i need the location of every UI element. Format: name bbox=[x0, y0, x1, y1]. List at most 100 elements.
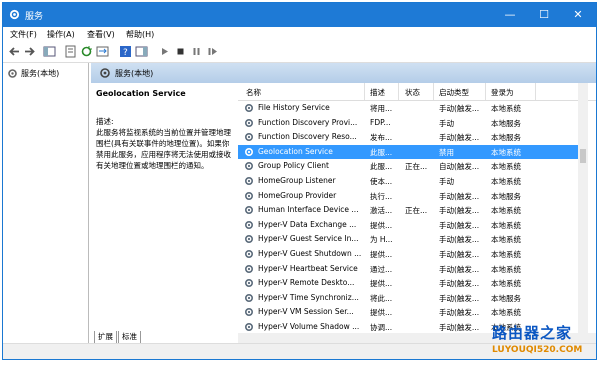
service-gear-icon bbox=[244, 103, 254, 113]
table-header: 名称 描述 状态 启动类型 登录为 bbox=[238, 83, 596, 101]
start-service-icon[interactable] bbox=[158, 45, 171, 58]
cell-startup: 手动(触发... bbox=[439, 308, 480, 318]
table-row[interactable]: Hyper-V Guest Service In... 为 H... 手动(触发..… bbox=[238, 232, 578, 246]
table-row[interactable]: File History Service 将用... 手动(触发... 本地系统 bbox=[238, 101, 578, 115]
forward-icon[interactable] bbox=[23, 45, 36, 58]
console-tree-icon[interactable] bbox=[43, 45, 56, 58]
console-tree: 服务(本地) bbox=[3, 63, 89, 359]
service-gear-icon bbox=[244, 235, 254, 244]
cell-name: Hyper-V Guest Service In... bbox=[258, 234, 359, 244]
cell-startup: 手动(触发... bbox=[439, 323, 480, 332]
cell-startup: 手动 bbox=[439, 118, 454, 128]
cell-status: 正在... bbox=[405, 162, 428, 172]
services-icon bbox=[8, 68, 17, 78]
cell-name: Group Policy Client bbox=[258, 161, 329, 171]
cell-startup: 手动(触发... bbox=[439, 250, 480, 259]
cell-desc: 提供... bbox=[370, 250, 393, 259]
menu-view[interactable]: 查看(V) bbox=[87, 29, 115, 40]
help-icon[interactable]: ? bbox=[119, 45, 132, 58]
table-row[interactable]: HomeGroup Provider 执行... 手动(触发... 本地服务 bbox=[238, 189, 578, 203]
vertical-scrollbar[interactable] bbox=[578, 83, 588, 333]
cell-desc: 协调... bbox=[370, 323, 393, 332]
cell-startup: 禁用 bbox=[439, 147, 454, 157]
cell-logon: 本地系统 bbox=[491, 250, 521, 259]
cell-desc: 将此... bbox=[370, 293, 393, 303]
cell-logon: 本地系统 bbox=[491, 235, 521, 245]
menu-file[interactable]: 文件(F) bbox=[10, 29, 37, 40]
table-row[interactable]: Hyper-V VM Session Ser... 提供... 手动(触发... 本地… bbox=[238, 305, 578, 319]
table-row[interactable]: Group Policy Client 此服... 正在... 自动(触发... 本地系… bbox=[238, 159, 578, 173]
table-row[interactable]: HomeGroup Listener 使本... 手动 本地系统 bbox=[238, 174, 578, 188]
cell-logon: 本地服务 bbox=[491, 133, 521, 143]
services-table: 名称 描述 状态 启动类型 登录为 File History Service 将用… bbox=[238, 83, 596, 333]
cell-desc: 此服... bbox=[370, 147, 393, 157]
cell-desc: 执行... bbox=[370, 191, 393, 201]
cell-desc: 使本... bbox=[370, 177, 393, 186]
title-bar[interactable]: 服务 — ☐ ✕ bbox=[3, 3, 596, 27]
restart-service-icon[interactable] bbox=[206, 45, 219, 58]
back-icon[interactable] bbox=[8, 45, 21, 58]
table-row[interactable]: Geolocation Service 此服... 禁用 本地系统 bbox=[238, 144, 578, 159]
table-row[interactable]: Hyper-V Heartbeat Service 通过... 手动(触发... 本地… bbox=[238, 262, 578, 276]
service-gear-icon bbox=[244, 176, 254, 186]
properties-icon[interactable] bbox=[64, 45, 77, 58]
cell-desc: 提供... bbox=[370, 308, 393, 318]
column-log-on-as[interactable]: 登录为 bbox=[491, 87, 514, 98]
cell-name: Geolocation Service bbox=[258, 146, 333, 156]
close-button[interactable]: ✕ bbox=[561, 3, 595, 27]
service-gear-icon bbox=[244, 322, 254, 332]
service-gear-icon bbox=[244, 279, 254, 288]
table-row[interactable]: Hyper-V Remote Deskto... 提供... 手动(触发... 本地系… bbox=[238, 276, 578, 290]
menu-action[interactable]: 操作(A) bbox=[47, 29, 75, 40]
column-name[interactable]: 名称 bbox=[246, 87, 261, 98]
cell-startup: 手动(触发... bbox=[439, 191, 480, 201]
cell-desc: 提供... bbox=[370, 279, 393, 289]
menu-bar: 文件(F) 操作(A) 查看(V) 帮助(H) bbox=[3, 27, 596, 42]
cell-logon: 本地系统 bbox=[491, 206, 521, 216]
watermark-url: LUYOUQI520.COM bbox=[492, 345, 583, 355]
column-status[interactable]: 状态 bbox=[405, 87, 420, 98]
cell-desc: 激活... bbox=[370, 206, 393, 216]
cell-startup: 手动(触发... bbox=[439, 293, 480, 303]
service-gear-icon bbox=[244, 133, 254, 142]
column-description[interactable]: 描述 bbox=[370, 87, 385, 98]
services-pane: 服务(本地) Geolocation Service 描述: 此服务将监视系统的… bbox=[91, 63, 596, 359]
cell-startup: 手动 bbox=[439, 177, 454, 186]
description-text: 此服务将监视系统的当前位置并管理地理围栏(具有关联事件的地理位置)。如果你禁用此… bbox=[96, 128, 231, 170]
table-row[interactable]: Hyper-V Time Synchroniz... 将此... 手动(触发... 本… bbox=[238, 291, 578, 305]
column-startup-type[interactable]: 启动类型 bbox=[439, 87, 469, 98]
cell-startup: 手动(触发... bbox=[439, 206, 480, 216]
cell-startup: 手动(触发... bbox=[439, 279, 480, 289]
stop-service-icon[interactable] bbox=[174, 45, 187, 58]
service-gear-icon bbox=[244, 308, 254, 317]
table-row[interactable]: Function Discovery Provi... FDP... 手动 本地服务 bbox=[238, 116, 578, 130]
export-list-icon[interactable] bbox=[96, 45, 109, 58]
cell-name: File History Service bbox=[258, 103, 330, 112]
maximize-button[interactable]: ☐ bbox=[527, 3, 561, 27]
table-row[interactable]: Hyper-V Guest Shutdown ... 提供... 手动(触发... 本… bbox=[238, 247, 578, 261]
cell-name: HomeGroup Provider bbox=[258, 190, 337, 200]
cell-logon: 本地系统 bbox=[491, 264, 521, 274]
cell-name: HomeGroup Listener bbox=[258, 176, 336, 185]
cell-logon: 本地系统 bbox=[491, 220, 521, 230]
refresh-icon[interactable] bbox=[80, 45, 93, 58]
service-gear-icon bbox=[244, 293, 254, 302]
cell-startup: 自动(触发... bbox=[439, 162, 480, 172]
description-label: 描述: bbox=[96, 117, 114, 126]
cell-name: Hyper-V Heartbeat Service bbox=[258, 263, 358, 273]
minimize-button[interactable]: — bbox=[493, 3, 527, 27]
service-gear-icon bbox=[244, 249, 254, 259]
cell-startup: 手动(触发... bbox=[439, 235, 480, 245]
cell-name: Hyper-V VM Session Ser... bbox=[258, 307, 354, 317]
pause-service-icon[interactable] bbox=[190, 45, 203, 58]
table-row[interactable]: Human Interface Device ... 激活... 正在... 手动(触… bbox=[238, 203, 578, 217]
show-hide-action-pane-icon[interactable] bbox=[135, 45, 148, 58]
menu-help[interactable]: 帮助(H) bbox=[126, 29, 154, 40]
tree-item-services-local[interactable]: 服务(本地) bbox=[7, 66, 59, 80]
table-row[interactable]: Hyper-V Data Exchange ... 提供... 手动(触发... 本地… bbox=[238, 218, 578, 232]
cell-logon: 本地系统 bbox=[491, 177, 521, 186]
vertical-scroll-thumb[interactable] bbox=[580, 149, 586, 163]
table-row[interactable]: Function Discovery Reso... 发布... 手动(触发... 本… bbox=[238, 130, 578, 144]
cell-logon: 本地服务 bbox=[491, 293, 521, 303]
cell-name: Human Interface Device ... bbox=[258, 205, 359, 215]
